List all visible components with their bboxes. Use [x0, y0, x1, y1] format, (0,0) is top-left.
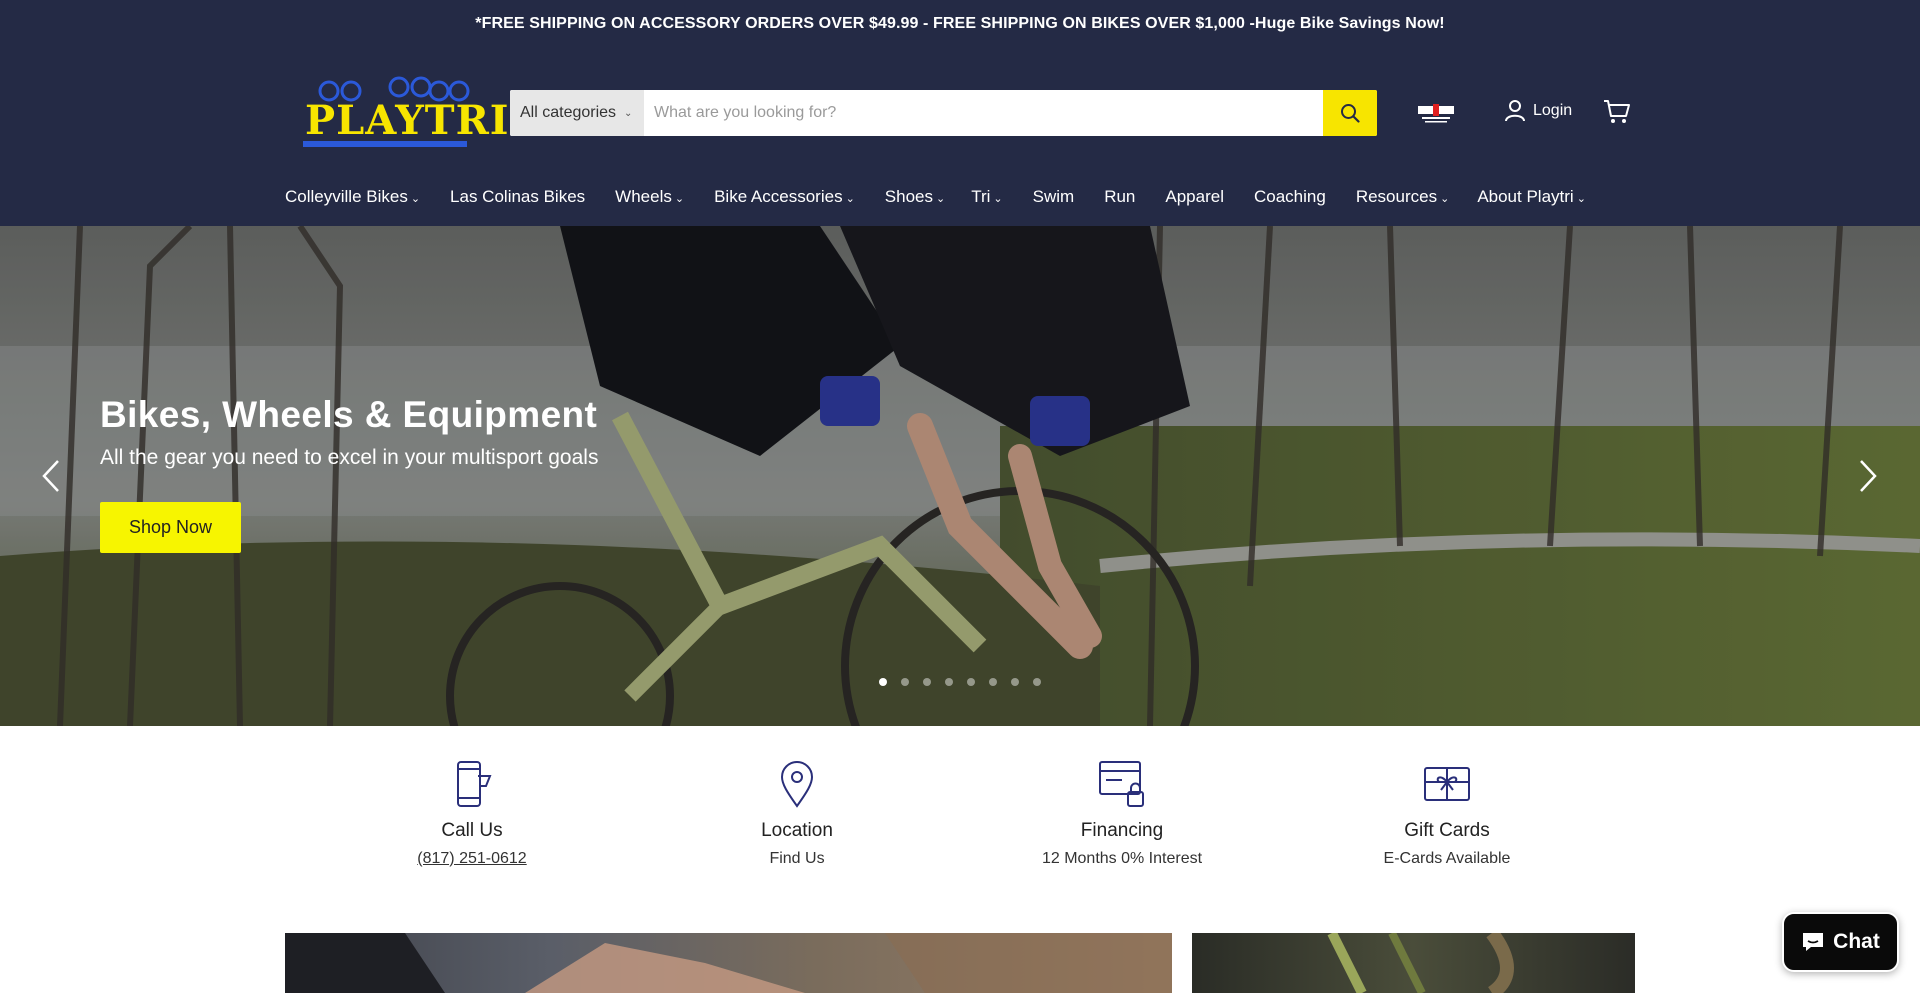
nav-label: Resources [1355, 187, 1438, 206]
chat-bubble-icon [1803, 933, 1824, 951]
phone-number-link[interactable]: (817) 251-0612 [362, 850, 582, 868]
nav-label: Las Colinas Bikes [450, 187, 586, 206]
slide-dot[interactable] [967, 678, 975, 686]
main-nav: Colleyville Bikes ⌄ Las Colinas Bikes Whe… [285, 184, 1586, 210]
financing-card-lock-icon [1099, 761, 1144, 807]
nav-label: Bike Accessories [714, 187, 843, 206]
search-button[interactable] [1323, 90, 1377, 136]
hero-cyclists-image [0, 226, 1920, 726]
slide-dot[interactable] [901, 678, 909, 686]
nav-item-resources[interactable]: Resources ⌄ [1356, 187, 1449, 207]
nav-item-las-colinas-bikes[interactable]: Las Colinas Bikes [450, 187, 585, 207]
login-label: Login [1533, 102, 1573, 119]
nav-item-wheels[interactable]: Wheels ⌄ [615, 187, 684, 207]
feature-location[interactable]: Location Find Us [687, 760, 907, 868]
search-category-select[interactable]: All categories ⌄ [510, 90, 644, 136]
phone-icon [457, 761, 492, 807]
nav-label: Colleyville Bikes [285, 187, 408, 206]
promo-cyclist-image [285, 933, 1172, 993]
feature-call-us: Call Us (817) 251-0612 [362, 760, 582, 868]
nav-item-swim[interactable]: Swim [1033, 187, 1075, 207]
slide-dot[interactable] [989, 678, 997, 686]
hero-slideshow: Bikes, Wheels & Equipment All the gear y… [0, 226, 1920, 726]
search-input[interactable] [644, 90, 1323, 136]
promo-bike-wheel-image [1327, 933, 1514, 993]
chevron-down-icon: ⌄ [845, 193, 855, 205]
nav-item-coaching[interactable]: Coaching [1254, 187, 1326, 207]
cart-button[interactable] [1603, 99, 1631, 130]
feature-financing[interactable]: Financing 12 Months 0% Interest [1012, 760, 1232, 868]
feature-title: Location [761, 820, 833, 841]
nav-label: Tri [971, 187, 991, 206]
slideshow-next-button[interactable] [1853, 456, 1883, 496]
gift-card-icon [1424, 767, 1470, 801]
hero-subtitle: All the gear you need to excel in your m… [100, 446, 599, 469]
chevron-left-icon [42, 460, 59, 492]
nav-label: Wheels [615, 187, 672, 206]
chat-label: Chat [1833, 930, 1880, 953]
nav-label: Shoes [884, 187, 933, 206]
feature-title: Gift Cards [1404, 820, 1490, 841]
slide-dot[interactable] [879, 678, 887, 686]
announcement-bar: *FREE SHIPPING ON ACCESSORY ORDERS OVER … [475, 15, 1445, 32]
user-icon [1505, 100, 1525, 122]
chevron-right-icon [1860, 460, 1877, 492]
cart-icon [1604, 100, 1630, 123]
nav-label: Swim [1032, 187, 1075, 206]
chevron-down-icon: ⌄ [993, 193, 1003, 205]
nav-item-bike-accessories[interactable]: Bike Accessories ⌄ [714, 187, 855, 207]
chevron-down-icon: ⌄ [410, 193, 421, 205]
ironman-logo-icon[interactable] [1416, 102, 1456, 124]
slide-dot[interactable] [1033, 678, 1041, 686]
feature-subtitle: 12 Months 0% Interest [1041, 850, 1203, 867]
search-bar: All categories ⌄ [510, 90, 1377, 136]
promo-image-tile[interactable] [1192, 933, 1635, 993]
nav-item-tri[interactable]: Tri ⌄ [971, 187, 1002, 207]
hero-title: Bikes, Wheels & Equipment [100, 394, 598, 435]
feature-subtitle: E-Cards Available [1383, 850, 1511, 867]
site-header: *FREE SHIPPING ON ACCESSORY ORDERS OVER … [0, 0, 1920, 226]
feature-title: Call Us [441, 820, 503, 841]
location-pin-icon [780, 761, 814, 808]
nav-item-apparel[interactable]: Apparel [1165, 187, 1224, 207]
slide-dot[interactable] [945, 678, 953, 686]
shop-now-button[interactable]: Shop Now [100, 502, 241, 553]
nav-label: Run [1104, 187, 1136, 206]
slideshow-dots [879, 678, 1041, 686]
nav-label: About Playtri [1477, 187, 1574, 206]
slide-dot[interactable] [923, 678, 931, 686]
nav-label: Apparel [1165, 187, 1224, 206]
feature-subtitle: Find Us [769, 850, 825, 867]
chevron-down-icon: ⌄ [624, 107, 633, 119]
search-icon [1341, 104, 1360, 123]
chat-button[interactable]: Chat [1782, 912, 1899, 972]
playtri-logo[interactable]: PLAYTRI [299, 75, 509, 151]
chevron-down-icon: ⌄ [1576, 193, 1586, 205]
nav-item-shoes[interactable]: Shoes ⌄ [885, 187, 945, 207]
login-link[interactable]: Login [1505, 100, 1572, 122]
logo-text: PLAYTRI [305, 97, 510, 144]
chevron-down-icon: ⌄ [674, 193, 685, 205]
promo-image-tile[interactable] [285, 933, 1172, 993]
chevron-down-icon: ⌄ [1440, 193, 1450, 205]
chevron-down-icon: ⌄ [936, 193, 946, 205]
nav-item-about-playtri[interactable]: About Playtri ⌄ [1477, 187, 1586, 207]
slide-dot[interactable] [1011, 678, 1019, 686]
slideshow-prev-button[interactable] [36, 456, 66, 496]
feature-title: Financing [1080, 820, 1164, 841]
nav-item-run[interactable]: Run [1104, 187, 1135, 207]
feature-gift-cards[interactable]: Gift Cards E-Cards Available [1337, 760, 1557, 868]
nav-item-colleyville-bikes[interactable]: Colleyville Bikes ⌄ [285, 187, 420, 207]
search-category-label: All categories [520, 104, 617, 121]
nav-label: Coaching [1254, 187, 1326, 206]
